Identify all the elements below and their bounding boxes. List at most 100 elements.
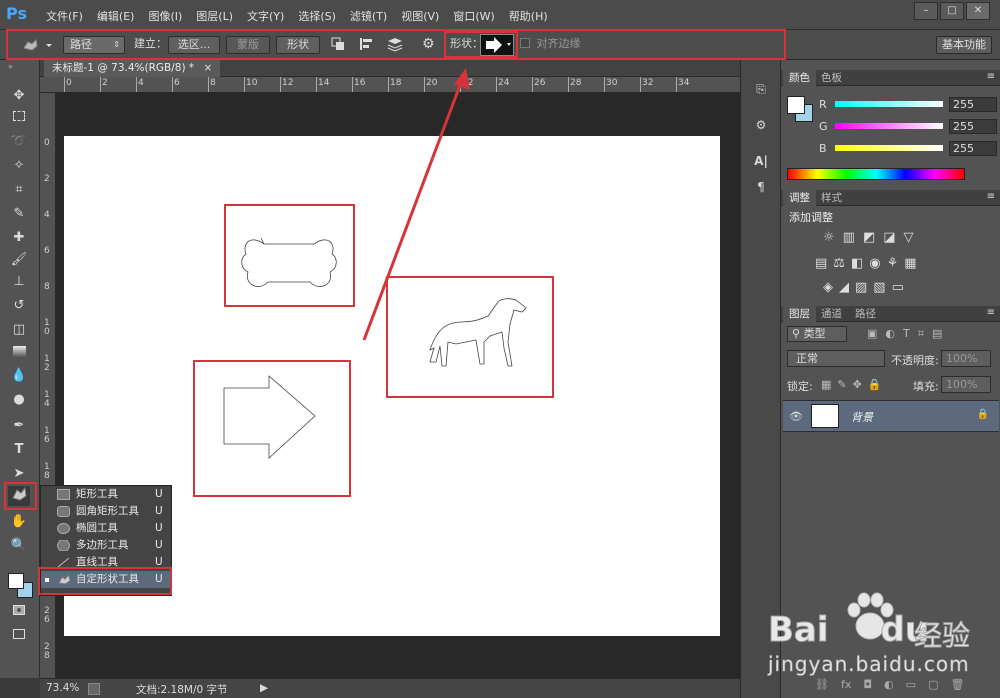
color-spectrum[interactable] (787, 168, 965, 180)
document-tab[interactable]: 未标题-1 @ 73.4%(RGB/8) * × (44, 60, 221, 77)
brightness-icon[interactable]: ☼ (823, 230, 835, 245)
exposure-icon[interactable]: ◪ (883, 230, 895, 245)
vibrance-icon[interactable]: ▽ (904, 230, 914, 245)
history-panel-icon[interactable]: ⎘ (751, 82, 771, 100)
brush-tool-icon[interactable]: 🖌 (8, 250, 30, 270)
marquee-tool-icon[interactable] (8, 108, 30, 128)
type-filter-icon[interactable]: T (903, 327, 910, 341)
flyout-item-rounded-rectangle[interactable]: 圆角矩形工具 U (41, 503, 171, 520)
gradient-map-icon[interactable]: ▧ (873, 280, 885, 295)
layer-row-background[interactable]: 👁 背景 🔒 (783, 400, 999, 432)
channel-value[interactable]: 255 (949, 119, 997, 134)
pen-tool-icon[interactable]: ✒ (8, 416, 30, 436)
photo-filter-icon[interactable]: ◉ (869, 256, 880, 271)
healing-brush-icon[interactable]: ✚ (8, 228, 30, 248)
layer-filter-select[interactable]: ⚲ 类型 (787, 326, 847, 342)
lock-pixels-icon[interactable]: ✎ (837, 378, 846, 391)
close-tab-icon[interactable]: × (203, 62, 212, 74)
black-white-icon[interactable]: ◧ (851, 256, 863, 271)
levels-icon[interactable]: ▥ (843, 230, 855, 245)
panel-menu-icon[interactable]: ≡ (987, 71, 995, 82)
eyedropper-icon[interactable]: ✎ (8, 204, 30, 224)
threshold-icon[interactable]: ▨ (855, 280, 867, 295)
color-balance-icon[interactable]: ⚖ (833, 256, 845, 271)
lasso-tool-icon[interactable]: ➰ (8, 132, 30, 152)
lock-position-icon[interactable]: ✥ (853, 378, 862, 391)
properties-panel-icon[interactable]: ⚙ (751, 118, 771, 136)
paragraph-panel-icon[interactable]: ¶ (751, 180, 771, 198)
menu-file[interactable]: 文件(F) (46, 8, 83, 24)
adjustment-filter-icon[interactable]: ◐ (885, 327, 895, 341)
tab-channels[interactable]: 通道 (815, 306, 848, 322)
shape-filter-icon[interactable]: ⌗ (918, 327, 924, 341)
tab-swatches[interactable]: 色板 (815, 70, 848, 86)
channel-value[interactable]: 255 (949, 141, 997, 156)
maximize-button[interactable]: □ (940, 2, 964, 20)
channel-value[interactable]: 255 (949, 97, 997, 112)
hue-saturation-icon[interactable]: ▤ (815, 256, 827, 271)
lock-all-icon[interactable]: 🔒 (868, 378, 882, 391)
channel-r-slider[interactable] (835, 101, 943, 107)
opacity-input[interactable]: 100% (941, 350, 991, 367)
minimize-button[interactable]: – (914, 2, 938, 20)
status-arrow-icon[interactable]: ▶ (260, 682, 268, 694)
hand-tool-icon[interactable]: ✋ (8, 512, 30, 532)
type-tool-icon[interactable]: T (8, 440, 30, 460)
menu-type[interactable]: 文字(Y) (247, 8, 284, 24)
character-panel-icon[interactable]: A| (751, 154, 771, 172)
dodge-tool-icon[interactable]: ● (8, 390, 30, 410)
fill-input[interactable]: 100% (941, 376, 991, 393)
blend-mode-select[interactable]: 正常 (787, 350, 885, 367)
visibility-eye-icon[interactable]: 👁 (789, 410, 803, 423)
clone-stamp-icon[interactable]: ⊥ (8, 272, 30, 292)
posterize-icon[interactable]: ◢ (839, 280, 849, 295)
invert-icon[interactable]: ◈ (823, 280, 833, 295)
panel-menu-icon[interactable]: ≡ (987, 307, 995, 318)
channel-g-slider[interactable] (835, 123, 943, 129)
menu-layer[interactable]: 图层(L) (196, 8, 233, 24)
panel-menu-icon[interactable]: ≡ (987, 191, 995, 202)
channel-b-slider[interactable] (835, 145, 943, 151)
menu-select[interactable]: 选择(S) (298, 8, 336, 24)
close-button[interactable]: ✕ (966, 2, 990, 20)
flyout-item-ellipse[interactable]: 椭圆工具 U (41, 520, 171, 537)
tab-layers[interactable]: 图层 (783, 306, 816, 322)
tab-paths[interactable]: 路径 (849, 306, 882, 322)
zoom-tool-icon[interactable]: 🔍 (8, 536, 30, 556)
menu-image[interactable]: 图像(I) (148, 8, 182, 24)
tab-styles[interactable]: 样式 (815, 190, 848, 206)
tools-collapse-icon[interactable]: » (8, 62, 13, 71)
tab-color[interactable]: 颜色 (783, 70, 816, 86)
foreground-color-swatch[interactable] (8, 573, 24, 589)
move-tool-icon[interactable]: ✥ (8, 86, 30, 106)
gradient-tool-icon[interactable] (8, 344, 30, 364)
crop-tool-icon[interactable]: ⌗ (8, 180, 30, 200)
pixel-filter-icon[interactable]: ▣ (867, 327, 877, 341)
flyout-item-rectangle[interactable]: 矩形工具 U (41, 486, 171, 503)
curves-icon[interactable]: ◩ (863, 230, 875, 245)
selective-color-icon[interactable]: ▭ (892, 280, 904, 295)
flyout-item-polygon[interactable]: 多边形工具 U (41, 537, 171, 554)
smart-object-filter-icon[interactable]: ▤ (932, 327, 942, 341)
channel-mixer-icon[interactable]: ⚘ (887, 256, 899, 271)
quick-mask-icon[interactable] (8, 602, 30, 622)
magic-wand-icon[interactable]: ✧ (8, 156, 30, 176)
tab-adjustments[interactable]: 调整 (783, 190, 816, 206)
workspace-button[interactable]: 基本功能 (936, 36, 992, 54)
menu-edit[interactable]: 编辑(E) (97, 8, 135, 24)
history-brush-icon[interactable]: ↺ (8, 296, 30, 316)
screen-mode-icon[interactable] (8, 626, 30, 646)
eraser-icon[interactable]: ◫ (8, 320, 30, 340)
path-selection-icon[interactable]: ➤ (8, 464, 30, 484)
menu-filter[interactable]: 滤镜(T) (350, 8, 387, 24)
color-fg-swatch[interactable] (787, 96, 805, 114)
status-icon[interactable] (88, 683, 100, 695)
blur-tool-icon[interactable]: 💧 (8, 366, 30, 386)
color-lookup-icon[interactable]: ▦ (904, 256, 916, 271)
lock-transparent-icon[interactable]: ▦ (821, 378, 831, 391)
zoom-level[interactable]: 73.4% (46, 682, 79, 694)
layer-name[interactable]: 背景 (851, 409, 873, 425)
menu-help[interactable]: 帮助(H) (509, 8, 548, 24)
menu-window[interactable]: 窗口(W) (453, 8, 494, 24)
menu-view[interactable]: 视图(V) (401, 8, 439, 24)
